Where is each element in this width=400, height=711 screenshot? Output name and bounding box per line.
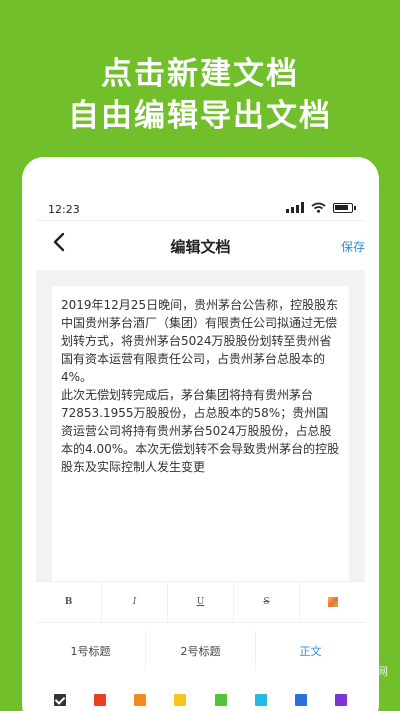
status-icons	[286, 202, 356, 213]
watermark-logo: 2265 手游网 .com	[249, 657, 399, 701]
color-picker-button[interactable]	[300, 582, 365, 622]
bold-button[interactable]: B	[36, 582, 102, 622]
status-time: 12:23	[48, 203, 80, 216]
document-editor[interactable]: 2019年12月25日晚间，贵州茅台公告称，控股股东中国贵州茅台酒厂（集团）有限…	[52, 286, 349, 596]
watermark-cn-text: 手游网	[355, 665, 388, 678]
heading-2-button[interactable]: 2号标题	[146, 631, 256, 671]
color-swatch-orange[interactable]	[134, 694, 147, 706]
color-swatch-dark[interactable]	[54, 694, 67, 706]
watermark-url: .com	[355, 679, 375, 688]
text-style-row: B I U S	[36, 581, 365, 623]
battery-icon	[333, 202, 356, 213]
document-paragraph: 此次无偿划转完成后，茅台集团将持有贵州茅台72853.1955万股股份，占总股本…	[61, 388, 340, 474]
save-button[interactable]: 保存	[341, 238, 365, 255]
color-swatch-green[interactable]	[214, 694, 227, 706]
signal-icon	[286, 202, 304, 213]
nav-bar: 编辑文档 保存	[36, 222, 365, 268]
promo-line-2: 自由编辑导出文档	[68, 98, 332, 134]
watermark-number: 2265	[249, 657, 341, 697]
palette-icon	[327, 597, 338, 607]
promo-line-1: 点击新建文档	[101, 56, 299, 92]
strikethrough-button[interactable]: S	[234, 582, 300, 622]
color-swatch-red[interactable]	[94, 694, 107, 706]
underline-button[interactable]: U	[168, 582, 234, 622]
status-bar: 12:23	[36, 197, 365, 221]
wifi-icon	[311, 202, 326, 213]
phone-frame: 12:23 编辑文档 保存 2019年12月25日晚间，贵州茅台公告称，控股股东…	[22, 157, 379, 711]
editor-area: 2019年12月25日晚间，贵州茅台公告称，控股股东中国贵州茅台酒厂（集团）有限…	[36, 270, 365, 596]
color-swatch-yellow[interactable]	[174, 694, 187, 706]
heading-1-button[interactable]: 1号标题	[36, 631, 146, 671]
document-paragraph: 2019年12月25日晚间，贵州茅台公告称，控股股东中国贵州茅台酒厂（集团）有限…	[61, 298, 339, 384]
italic-button[interactable]: I	[102, 582, 168, 622]
page-title: 编辑文档	[170, 238, 231, 256]
